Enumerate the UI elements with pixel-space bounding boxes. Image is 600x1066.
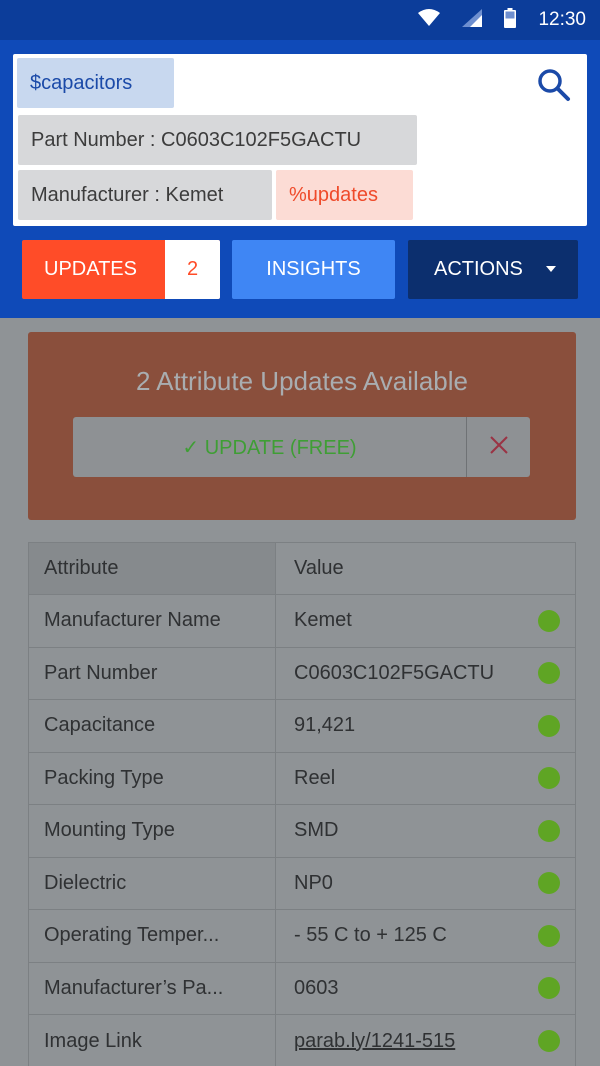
value-text: 0603 [294, 976, 339, 999]
header: $capacitors Part Number : C0603C102F5GAC… [0, 40, 600, 318]
value-text: 91,421 [294, 714, 356, 737]
table-row: Dielectric NP0 [29, 857, 575, 910]
status-icons: 12:30 [396, 0, 586, 40]
caret-down-icon [546, 266, 556, 272]
table-row: Operating Temper... - 55 C to + 125 C [29, 910, 575, 963]
value-text: NP0 [294, 871, 333, 894]
value-text: Reel [294, 766, 336, 789]
attribute-cell: Capacitance [29, 700, 276, 752]
updates-button[interactable]: UPDATES 2 [22, 240, 220, 299]
attribute-column-header: Attribute [29, 543, 276, 594]
search-icon[interactable] [537, 68, 571, 102]
value-cell: parab.ly/1241-515 [276, 1015, 575, 1066]
value-cell: SMD [276, 805, 575, 857]
query-chip[interactable]: $capacitors [17, 58, 174, 108]
value-cell: Reel [276, 753, 575, 805]
status-dot-icon [538, 1030, 560, 1053]
signal-icon [462, 8, 483, 32]
value-text: Kemet [294, 609, 352, 632]
value-cell: Kemet [276, 595, 575, 647]
update-free-button[interactable]: ✓ UPDATE (FREE) [73, 417, 466, 477]
updates-filter-chip[interactable]: %updates [276, 170, 413, 220]
table-row: Part Number C0603C102F5GACTU [29, 647, 575, 700]
update-action-bar: ✓ UPDATE (FREE) [73, 417, 530, 477]
status-dot-icon [538, 872, 560, 895]
table-row: Mounting Type SMD [29, 805, 575, 858]
table-row: Packing Type Reel [29, 752, 575, 805]
table-row: Capacitance 91,421 [29, 700, 575, 753]
attribute-cell: Part Number [29, 647, 276, 699]
status-dot-icon [538, 924, 560, 947]
attribute-updates-card: 2 Attribute Updates Available ✓ UPDATE (… [28, 332, 576, 520]
wifi-icon [418, 8, 441, 32]
updates-available-title: 2 Attribute Updates Available [136, 366, 468, 396]
value-text: C0603C102F5GACTU [294, 661, 495, 684]
attribute-cell: Image Link [29, 1015, 276, 1066]
value-column-header: Value [294, 557, 344, 579]
attribute-cell: Dielectric [29, 857, 276, 909]
table-row: Image Link parab.ly/1241-515 [29, 1015, 575, 1066]
status-bar: 12:30 [0, 0, 600, 40]
status-dot-icon [538, 819, 560, 842]
value-cell: C0603C102F5GACTU [276, 648, 575, 700]
table-header-row: Attribute Value [29, 543, 575, 595]
status-dot-icon [538, 977, 560, 1000]
insights-button[interactable]: INSIGHTS [232, 240, 395, 299]
search-box[interactable]: $capacitors Part Number : C0603C102F5GAC… [13, 54, 587, 226]
value-cell: - 55 C to + 125 C [276, 910, 575, 962]
value-cell: NP0 [276, 858, 575, 910]
status-dot-icon [538, 609, 560, 632]
status-dot-icon [538, 714, 560, 737]
manufacturer-chip[interactable]: Manufacturer : Kemet [18, 170, 272, 220]
battery-icon [504, 7, 517, 33]
updates-button-label: UPDATES [44, 258, 137, 280]
attribute-cell: Operating Temper... [29, 910, 276, 962]
table-row: Manufacturer Name Kemet [29, 595, 575, 648]
status-dot-icon [538, 662, 560, 685]
part-number-chip[interactable]: Part Number : C0603C102F5GACTU [18, 115, 417, 165]
value-cell: 91,421 [276, 700, 575, 752]
value-cell: 0603 [276, 963, 575, 1015]
value-text: - 55 C to + 125 C [294, 924, 447, 947]
image-link[interactable]: parab.ly/1241-515 [294, 1030, 455, 1053]
attribute-table: Attribute Value Manufacturer Name Kemet … [28, 542, 576, 1066]
updates-count-badge: 2 [165, 240, 220, 299]
close-icon [489, 435, 509, 460]
attribute-cell: Mounting Type [29, 805, 276, 857]
actions-button-label: ACTIONS [434, 258, 523, 280]
table-row: Manufacturer’s Pa... 0603 [29, 962, 575, 1015]
status-dot-icon [538, 767, 560, 790]
actions-dropdown-button[interactable]: ACTIONS [408, 240, 578, 299]
dismiss-button[interactable] [467, 417, 530, 477]
attribute-cell: Packing Type [29, 752, 276, 804]
insights-button-label: INSIGHTS [266, 258, 361, 280]
status-time: 12:30 [538, 9, 586, 30]
attribute-cell: Manufacturer’s Pa... [29, 962, 276, 1014]
value-text: SMD [294, 819, 339, 842]
attribute-cell: Manufacturer Name [29, 595, 276, 647]
